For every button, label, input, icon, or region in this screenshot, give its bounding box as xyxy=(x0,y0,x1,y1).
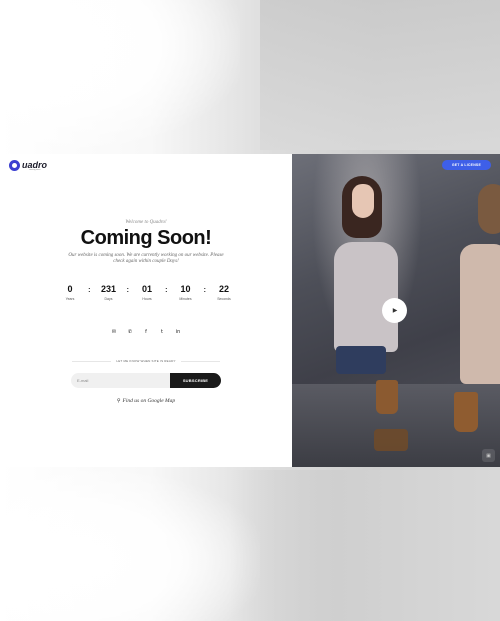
countdown-separator: : xyxy=(203,287,206,294)
countdown-label: Seconds xyxy=(217,297,231,301)
content-panel: uadro coming soon Welcome to Quadro! Com… xyxy=(0,154,292,467)
logo-q-icon xyxy=(9,160,20,171)
newsletter-heading-text: LET ME KNOW WHEN SITE IS READY xyxy=(116,359,176,363)
countdown-value: 01 xyxy=(141,284,152,294)
photo-face xyxy=(352,184,374,218)
newsletter-heading: LET ME KNOW WHEN SITE IS READY xyxy=(72,359,221,363)
subscribe-form: SUBSCRIBE xyxy=(71,373,221,388)
countdown-separator: : xyxy=(88,287,91,294)
email-icon[interactable]: ✉ xyxy=(110,328,118,336)
countdown-timer: 0 Years : 231 Days : 01 Hours : 10 Minut… xyxy=(58,284,236,306)
map-pin-icon: ⚲ xyxy=(116,399,121,404)
image-icon: ▣ xyxy=(486,452,491,459)
play-video-button[interactable]: ▶ xyxy=(382,298,407,323)
social-links: ✉ ✆ f t in xyxy=(110,328,182,336)
divider xyxy=(180,360,221,362)
countdown-label: Minutes xyxy=(179,297,192,301)
countdown-value: 10 xyxy=(180,284,191,294)
countdown-separator: : xyxy=(165,287,168,294)
backdrop-shade xyxy=(260,0,500,150)
countdown-label: Years xyxy=(65,297,75,301)
linkedin-icon[interactable]: in xyxy=(174,328,182,336)
countdown-seconds: 22 Seconds xyxy=(212,284,236,301)
countdown-separator: : xyxy=(126,287,129,294)
countdown-minutes: 10 Minutes xyxy=(174,284,198,301)
facebook-icon[interactable]: f xyxy=(142,328,150,336)
photo-hair xyxy=(478,184,500,234)
get-license-button[interactable]: GET A LICENSE xyxy=(441,160,491,170)
photo-body xyxy=(460,244,500,384)
email-input[interactable] xyxy=(71,373,170,388)
countdown-label: Hours xyxy=(142,297,152,301)
twitter-icon[interactable]: t xyxy=(158,328,166,336)
coming-soon-page: uadro coming soon Welcome to Quadro! Com… xyxy=(0,154,500,467)
countdown-days: 231 Days xyxy=(97,284,121,301)
countdown-hours: 01 Hours xyxy=(135,284,159,301)
countdown-value: 0 xyxy=(67,284,73,294)
photo-jeans xyxy=(336,346,386,374)
countdown-years: 0 Years xyxy=(58,284,82,301)
photo-coffee-cup xyxy=(376,380,398,414)
phone-icon[interactable]: ✆ xyxy=(126,328,134,336)
image-toggle-button[interactable]: ▣ xyxy=(482,449,495,462)
backdrop-highlight xyxy=(0,470,260,621)
welcome-text: Welcome to Quadro! xyxy=(125,220,167,225)
countdown-value: 231 xyxy=(100,284,117,294)
google-map-label: Find us on Google Map xyxy=(122,398,176,404)
page-title: Coming Soon! xyxy=(80,227,212,249)
page-description: Our website is coming soon. We are curre… xyxy=(68,253,224,264)
hero-photo-panel: GET A LICENSE ▶ ▣ xyxy=(292,154,500,467)
photo-woman-left xyxy=(334,176,398,386)
subscribe-button[interactable]: SUBSCRIBE xyxy=(170,373,221,388)
photo-shirt xyxy=(334,242,398,352)
photo-coffee-cup xyxy=(374,429,408,451)
backdrop-shade xyxy=(230,470,500,621)
countdown-value: 22 xyxy=(218,284,229,294)
logo-subtitle: coming soon xyxy=(29,169,41,171)
backdrop-highlight xyxy=(0,0,240,150)
divider xyxy=(72,360,112,362)
countdown-label: Days xyxy=(104,297,113,301)
logo[interactable]: uadro coming soon xyxy=(9,160,47,171)
google-map-link[interactable]: ⚲ Find us on Google Map xyxy=(0,398,292,404)
play-icon: ▶ xyxy=(392,307,398,314)
photo-coffee-cup xyxy=(454,392,478,432)
